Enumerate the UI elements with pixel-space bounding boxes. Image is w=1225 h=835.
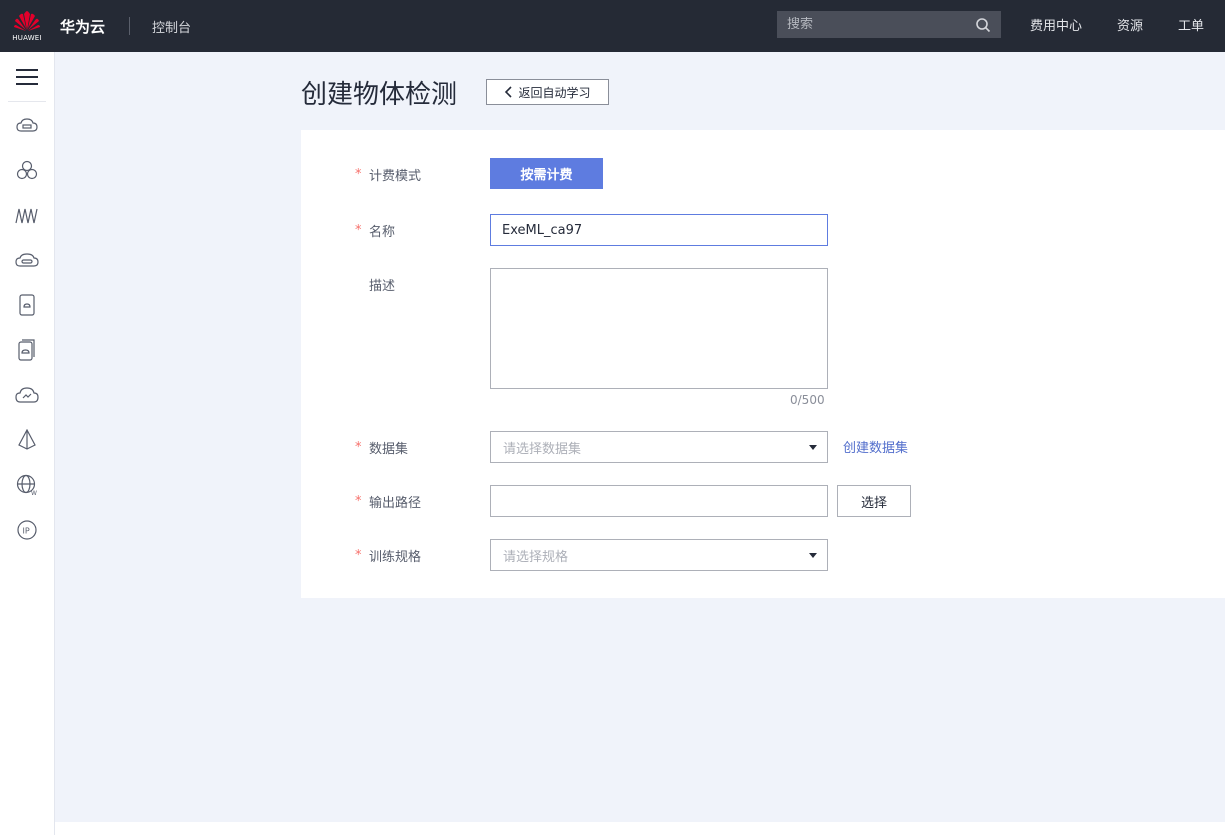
name-label: * 名称 <box>355 223 396 240</box>
cloud-storage-icon <box>15 252 39 267</box>
top-bar: HUAWEI 华为云 控制台 费用中心 资源 工单 <box>0 0 1225 52</box>
sidebar-item-ip[interactable]: IP <box>0 507 54 552</box>
sidebar-item-globe[interactable]: W <box>0 462 54 507</box>
required-mark: * <box>355 223 362 238</box>
sidebar-item-disk-backup[interactable] <box>0 327 54 372</box>
description-label: 描述 <box>369 279 396 294</box>
globe-icon: W <box>16 474 37 496</box>
sidebar-item-cloud-storage[interactable] <box>0 237 54 282</box>
training-spec-select[interactable]: 请选择规格 <box>490 539 828 571</box>
waveform-icon <box>15 208 38 223</box>
create-form-card: * 计费模式 按需计费 * 名称 描述 0/500 * 数据集 请选择数据集 创… <box>301 130 1225 598</box>
caret-down-icon <box>809 553 817 558</box>
search-icon[interactable] <box>975 17 991 33</box>
required-mark: * <box>355 440 362 455</box>
disk-icon <box>19 293 35 316</box>
svg-text:W: W <box>31 490 37 496</box>
svg-text:IP: IP <box>23 526 30 535</box>
menu-button[interactable] <box>8 52 46 102</box>
sidebar-item-disk[interactable] <box>0 282 54 327</box>
cluster-icon <box>16 160 38 179</box>
sidebar-item-pyramid[interactable] <box>0 417 54 462</box>
ip-icon: IP <box>17 519 37 540</box>
cloud-speed-icon <box>15 386 39 403</box>
spec-select-placeholder: 请选择规格 <box>503 549 569 565</box>
console-link[interactable]: 控制台 <box>152 17 191 36</box>
dataset-select[interactable]: 请选择数据集 <box>490 431 828 463</box>
description-textarea[interactable] <box>490 268 828 389</box>
billing-mode-label: * 计费模式 <box>355 167 422 184</box>
create-dataset-link[interactable]: 创建数据集 <box>843 437 908 456</box>
back-to-automl-button[interactable]: 返回自动学习 <box>486 79 609 105</box>
sidebar-item-cluster[interactable] <box>0 147 54 192</box>
caret-down-icon <box>809 445 817 450</box>
choose-path-button[interactable]: 选择 <box>837 485 911 517</box>
name-input[interactable] <box>490 214 828 246</box>
chevron-left-icon <box>505 86 513 98</box>
huawei-petal-icon <box>14 11 40 31</box>
logo-text: HUAWEI <box>12 34 42 42</box>
output-path-label: * 输出路径 <box>355 494 422 511</box>
tickets-link[interactable]: 工单 <box>1178 15 1204 34</box>
billing-on-demand-button[interactable]: 按需计费 <box>490 158 603 189</box>
disk-backup-icon <box>18 338 35 361</box>
huawei-logo[interactable]: HUAWEI <box>0 0 54 52</box>
search-box[interactable] <box>777 11 1001 38</box>
sidebar: W IP <box>0 52 55 835</box>
brand-name[interactable]: 华为云 <box>60 16 105 37</box>
output-path-input[interactable] <box>490 485 828 517</box>
resources-link[interactable]: 资源 <box>1117 15 1143 34</box>
training-spec-label: * 训练规格 <box>355 548 422 565</box>
required-mark: * <box>355 494 362 509</box>
footer-strip <box>55 822 1225 835</box>
required-mark: * <box>355 167 362 182</box>
sidebar-item-ecs[interactable] <box>0 102 54 147</box>
sidebar-item-cloud-speed[interactable] <box>0 372 54 417</box>
sidebar-item-waveform[interactable] <box>0 192 54 237</box>
billing-center-link[interactable]: 费用中心 <box>1030 15 1082 34</box>
cloud-server-icon <box>16 117 38 132</box>
back-button-label: 返回自动学习 <box>518 85 591 100</box>
menu-icon <box>16 68 38 85</box>
dataset-select-placeholder: 请选择数据集 <box>503 441 582 457</box>
header-divider <box>129 17 131 35</box>
description-char-counter: 0/500 <box>790 393 825 407</box>
page-title: 创建物体检测 <box>301 80 458 110</box>
required-mark: * <box>355 548 362 563</box>
dataset-label: * 数据集 <box>355 440 409 457</box>
search-input[interactable] <box>787 17 975 32</box>
pyramid-icon <box>18 428 36 450</box>
